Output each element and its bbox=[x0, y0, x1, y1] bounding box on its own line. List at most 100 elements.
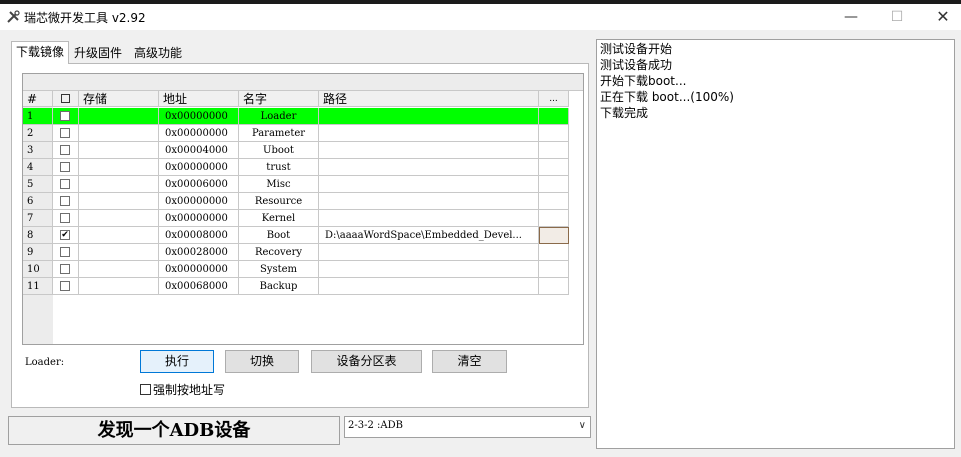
row-browse[interactable] bbox=[539, 108, 569, 125]
log-line: 测试设备成功 bbox=[600, 58, 673, 72]
row-address: 0x00000000 bbox=[159, 125, 239, 142]
table-top-strip bbox=[23, 74, 583, 91]
row-browse[interactable] bbox=[539, 278, 569, 295]
checkbox[interactable] bbox=[60, 196, 70, 206]
row-select[interactable] bbox=[53, 244, 79, 261]
checkbox[interactable] bbox=[60, 179, 70, 189]
row-browse[interactable] bbox=[539, 125, 569, 142]
row-select[interactable]: ✔ bbox=[53, 227, 79, 244]
row-browse[interactable] bbox=[539, 210, 569, 227]
row-address: 0x00000000 bbox=[159, 108, 239, 125]
checkbox[interactable] bbox=[60, 264, 70, 274]
row-number: 9 bbox=[23, 244, 53, 261]
switch-button[interactable]: 切换 bbox=[225, 350, 299, 373]
column-header-select[interactable] bbox=[53, 91, 79, 107]
row-path[interactable] bbox=[319, 193, 539, 210]
row-path[interactable]: D:\aaaaWordSpace\Embedded_Devel... bbox=[319, 227, 539, 244]
force-address-option[interactable]: 强制按地址写 bbox=[140, 381, 225, 398]
row-browse[interactable] bbox=[539, 142, 569, 159]
row-address: 0x00000000 bbox=[159, 159, 239, 176]
row-address: 0x00004000 bbox=[159, 142, 239, 159]
row-path[interactable] bbox=[319, 176, 539, 193]
row-storage bbox=[79, 159, 159, 176]
column-header-storage: 存储 bbox=[79, 91, 159, 107]
row-path[interactable] bbox=[319, 278, 539, 295]
chevron-down-icon[interactable]: ∨ bbox=[579, 420, 586, 431]
row-number: 8 bbox=[23, 227, 53, 244]
row-path[interactable] bbox=[319, 244, 539, 261]
loader-label: Loader: bbox=[25, 357, 65, 368]
minimize-button[interactable]: — bbox=[828, 4, 874, 30]
log-line: 下载完成 bbox=[600, 106, 649, 120]
row-storage bbox=[79, 210, 159, 227]
tab-upgrade-firmware[interactable]: 升级固件 bbox=[70, 43, 126, 63]
row-address: 0x00000000 bbox=[159, 210, 239, 227]
partition-table-button[interactable]: 设备分区表 bbox=[311, 350, 422, 373]
row-path[interactable] bbox=[319, 108, 539, 125]
row-address: 0x00000000 bbox=[159, 193, 239, 210]
row-storage bbox=[79, 125, 159, 142]
row-name: Boot bbox=[239, 227, 319, 244]
maximize-button[interactable]: ☐ bbox=[874, 4, 920, 30]
column-header-name: 名字 bbox=[239, 91, 319, 107]
row-browse[interactable] bbox=[539, 176, 569, 193]
checkbox[interactable] bbox=[60, 128, 70, 138]
row-select[interactable] bbox=[53, 193, 79, 210]
checkbox[interactable] bbox=[60, 247, 70, 257]
row-address: 0x00006000 bbox=[159, 176, 239, 193]
force-address-checkbox[interactable] bbox=[140, 384, 151, 395]
row-select[interactable] bbox=[53, 142, 79, 159]
force-address-label: 强制按地址写 bbox=[153, 383, 226, 397]
row-path[interactable] bbox=[319, 125, 539, 142]
row-browse[interactable] bbox=[539, 159, 569, 176]
status-panel: 发现一个ADB设备 bbox=[8, 416, 340, 445]
row-path[interactable] bbox=[319, 159, 539, 176]
row-select[interactable] bbox=[53, 261, 79, 278]
checkbox[interactable] bbox=[60, 281, 70, 291]
row-path[interactable] bbox=[319, 142, 539, 159]
tab-download-image[interactable]: 下载镜像 bbox=[11, 41, 70, 64]
close-button[interactable]: ✕ bbox=[920, 4, 961, 30]
device-select[interactable]: 2-3-2 :ADB ∨ bbox=[344, 416, 591, 438]
checkbox[interactable] bbox=[60, 213, 70, 223]
clear-button[interactable]: 清空 bbox=[432, 350, 507, 373]
checkmark-icon[interactable]: ✔ bbox=[60, 230, 70, 240]
title-bar: 瑞芯微开发工具 v2.92 — ☐ ✕ bbox=[0, 4, 961, 30]
row-number: 10 bbox=[23, 261, 53, 278]
checkbox[interactable] bbox=[60, 145, 70, 155]
row-address: 0x00068000 bbox=[159, 278, 239, 295]
row-browse[interactable] bbox=[539, 244, 569, 261]
select-all-checkbox[interactable] bbox=[61, 94, 70, 103]
row-path[interactable] bbox=[319, 261, 539, 278]
checkbox[interactable] bbox=[60, 111, 70, 121]
row-number: 5 bbox=[23, 176, 53, 193]
row-name: Parameter bbox=[239, 125, 319, 142]
checkbox[interactable] bbox=[60, 162, 70, 172]
row-select[interactable] bbox=[53, 176, 79, 193]
row-browse[interactable] bbox=[539, 193, 569, 210]
row-storage bbox=[79, 244, 159, 261]
row-number: 2 bbox=[23, 125, 53, 142]
column-header-number: # bbox=[23, 91, 53, 107]
row-select[interactable] bbox=[53, 125, 79, 142]
row-browse[interactable] bbox=[539, 261, 569, 278]
row-select[interactable] bbox=[53, 210, 79, 227]
device-select-value: 2-3-2 :ADB bbox=[348, 420, 403, 431]
log-line: 正在下载 boot...(100%) bbox=[600, 90, 734, 104]
row-storage bbox=[79, 278, 159, 295]
row-browse[interactable] bbox=[539, 227, 569, 244]
row-select[interactable] bbox=[53, 108, 79, 125]
row-path[interactable] bbox=[319, 210, 539, 227]
tab-advanced[interactable]: 高级功能 bbox=[130, 43, 186, 63]
run-button[interactable]: 执行 bbox=[140, 350, 214, 373]
row-select[interactable] bbox=[53, 278, 79, 295]
row-number: 7 bbox=[23, 210, 53, 227]
log-output[interactable]: 测试设备开始 测试设备成功 开始下载boot... 正在下载 boot...(100%… bbox=[596, 39, 955, 449]
row-number: 3 bbox=[23, 142, 53, 159]
row-number: 6 bbox=[23, 193, 53, 210]
row-name: Recovery bbox=[239, 244, 319, 261]
column-header-address: 地址 bbox=[159, 91, 239, 107]
row-select[interactable] bbox=[53, 159, 79, 176]
row-name: System bbox=[239, 261, 319, 278]
row-storage bbox=[79, 227, 159, 244]
